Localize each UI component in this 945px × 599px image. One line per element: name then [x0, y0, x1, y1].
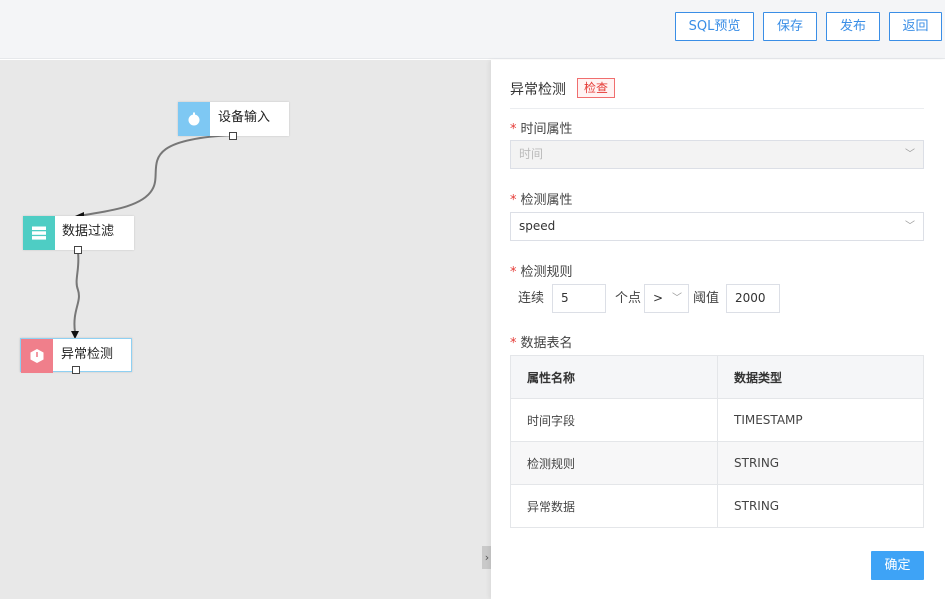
chevron-down-icon: ﹀ [672, 293, 682, 304]
table-cell: TIMESTAMP [717, 398, 924, 442]
rule-unit: 个点 [615, 291, 642, 306]
config-panel: 异常检测 检查 * 时间属性 时间 ﹀ * 检测属性 speed ﹀ * 检测规则 连… [491, 60, 945, 599]
node-anomaly-detection[interactable]: 异常检测 [20, 338, 132, 374]
stopwatch-icon [178, 102, 210, 136]
sql-preview-button[interactable]: SQL预览 [675, 12, 754, 41]
detect-attr-label: * 检测属性 [510, 193, 573, 208]
table-cell: STRING [717, 441, 924, 485]
save-button[interactable]: 保存 [763, 12, 817, 41]
threshold-label: 阈值 [693, 291, 720, 306]
check-badge[interactable]: 检查 [577, 78, 616, 98]
divider [510, 108, 924, 109]
rule-prefix: 连续 [518, 291, 545, 306]
chevron-down-icon: ﹀ [905, 221, 915, 232]
table-cell: 时间字段 [510, 398, 718, 442]
confirm-button[interactable]: 确定 [871, 551, 924, 580]
list-icon [23, 216, 55, 250]
table-row: 时间字段 TIMESTAMP [510, 398, 924, 442]
chevron-down-icon: ﹀ [905, 149, 915, 160]
detect-attr-select[interactable]: speed ﹀ [510, 212, 924, 241]
output-port[interactable] [229, 132, 237, 140]
table-cell: 异常数据 [510, 484, 718, 528]
node-label: 异常检测 [61, 347, 114, 362]
rule-count-input[interactable]: 5 [552, 284, 606, 313]
threshold-input[interactable]: 2000 [726, 284, 780, 313]
panel-title: 异常检测 [510, 82, 566, 98]
publish-button[interactable]: 发布 [826, 12, 880, 41]
time-attr-label: * 时间属性 [510, 122, 573, 137]
edge-filter-to-detect [73, 251, 80, 333]
output-port[interactable] [74, 246, 82, 254]
cube-icon [21, 339, 53, 373]
table-cell: 检测规则 [510, 441, 718, 485]
back-button[interactable]: 返回 [889, 12, 942, 41]
table-row: 检测规则 STRING [510, 441, 924, 485]
node-device-input[interactable]: 设备输入 [178, 102, 289, 140]
column-header: 数据类型 [717, 355, 924, 399]
edge-device-to-filter [79, 134, 234, 217]
time-attr-select: 时间 ﹀ [510, 140, 924, 169]
node-data-filter[interactable]: 数据过滤 [23, 216, 134, 254]
table-header-row: 属性名称 数据类型 [510, 355, 924, 399]
flow-canvas[interactable]: 设备输入 数据过滤 异常检测 › [0, 60, 492, 599]
table-row: 异常数据 STRING [510, 484, 924, 528]
top-toolbar: SQL预览 保存 发布 返回 [0, 0, 945, 59]
table-cell: STRING [717, 484, 924, 528]
attribute-table: 属性名称 数据类型 时间字段 TIMESTAMP 检测规则 STRING 异常数… [510, 355, 924, 528]
connection-lines [71, 134, 234, 339]
node-label: 数据过滤 [62, 224, 115, 239]
rule-operator-select[interactable]: > ﹀ [644, 284, 689, 313]
output-port[interactable] [72, 366, 80, 374]
table-name-label: * 数据表名 [510, 336, 573, 351]
node-label: 设备输入 [218, 110, 271, 125]
column-header: 属性名称 [510, 355, 718, 399]
detect-rule-label: * 检测规则 [510, 265, 573, 280]
